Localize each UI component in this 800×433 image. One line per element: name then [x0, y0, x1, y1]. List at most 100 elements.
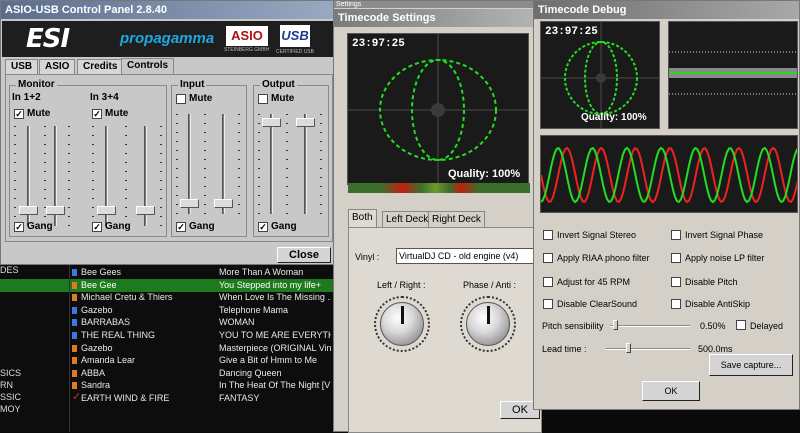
audio-file-icon: [72, 281, 77, 289]
monitor-in12-gang-checkbox[interactable]: ✓: [14, 222, 24, 232]
song-artist: Bee Gee: [81, 279, 117, 290]
monitor-slider-3-thumb[interactable]: [97, 206, 116, 215]
tab-credits[interactable]: Credits: [77, 59, 124, 74]
audio-file-icon: [72, 369, 77, 377]
output-slider-1-thumb[interactable]: [262, 118, 281, 127]
in12-label: In 1+2: [12, 92, 41, 103]
song-row[interactable]: Gazebo Masterpiece (ORIGINAL Vin...: [0, 342, 340, 355]
esi-logo: ESI: [26, 24, 70, 54]
asio-logo: ASIO: [226, 26, 268, 46]
adjust-45rpm-checkbox[interactable]: [543, 277, 553, 287]
monitor-in12-gang-label: Gang: [27, 221, 53, 232]
invert-signal-phase-checkbox[interactable]: [671, 230, 681, 240]
riaa-filter-checkbox[interactable]: [543, 253, 553, 263]
song-row[interactable]: ABBA Dancing Queen: [0, 367, 340, 380]
monitor-in12-mute-checkbox[interactable]: ✓: [14, 109, 24, 119]
song-row[interactable]: Gazebo Telephone Mama: [0, 304, 340, 317]
delayed-checkbox[interactable]: [736, 320, 746, 330]
tab-asio[interactable]: ASIO: [39, 59, 76, 74]
audio-file-icon: [72, 306, 77, 314]
tab-right-deck[interactable]: Right Deck: [428, 211, 485, 227]
monitor-slider-4-thumb[interactable]: [136, 206, 155, 215]
song-row[interactable]: Bee Gees More Than A Woman: [0, 266, 340, 279]
left-right-knob[interactable]: [380, 302, 424, 346]
timecode-settings-title[interactable]: Timecode Settings: [334, 9, 540, 27]
input-gang-checkbox[interactable]: ✓: [176, 222, 186, 232]
invert-signal-stereo-checkbox[interactable]: [543, 230, 553, 240]
monitor-in34-mute-label: Mute: [105, 108, 129, 119]
audio-file-icon: [72, 382, 77, 390]
song-title: You Stepped into my life+: [219, 279, 321, 290]
esi-logo-bar: ESI propagamma ASIO STEINBERG GMBH USB C…: [2, 21, 335, 57]
tab-usb[interactable]: USB: [5, 59, 39, 74]
song-row[interactable]: BARRABAS WOMAN: [0, 316, 340, 329]
song-row[interactable]: Bee Gee You Stepped into my life+: [0, 278, 340, 292]
input-mute-checkbox[interactable]: [176, 94, 186, 104]
scope-center: [431, 103, 445, 117]
output-mute-checkbox[interactable]: [258, 94, 268, 104]
scope-display: [348, 34, 528, 184]
input-slider-2-thumb[interactable]: [214, 199, 233, 208]
song-row[interactable]: Amanda Lear Give a Bit of Hmm to Me: [0, 354, 340, 367]
slider-ticks: [44, 126, 46, 226]
waveform-view: [540, 135, 798, 213]
tab-controls[interactable]: Controls: [121, 58, 175, 75]
song-row[interactable]: Sandra In The Heat Of The Night [VI...: [0, 379, 340, 392]
output-gang-label: Gang: [271, 221, 297, 232]
timecode-debug-title[interactable]: Timecode Debug: [534, 1, 799, 19]
monitor-in12-mute-label: Mute: [27, 108, 51, 119]
disable-antiskip-checkbox[interactable]: [671, 299, 681, 309]
monitor-slider-2-thumb[interactable]: [46, 206, 65, 215]
debug-ok-button[interactable]: OK: [642, 381, 700, 401]
slider-ticks: [125, 126, 127, 226]
pitch-sensibility-thumb[interactable]: [613, 320, 618, 330]
lead-time-label: Lead time :: [542, 344, 587, 354]
disable-pitch-checkbox[interactable]: [671, 277, 681, 287]
song-title: FANTASY: [219, 393, 260, 403]
song-title: YOU TO ME ARE EVERYTHI...: [219, 330, 331, 340]
tab-left-deck[interactable]: Left Deck: [382, 211, 433, 227]
disable-clearsound-checkbox[interactable]: [543, 299, 553, 309]
song-list: DES SICS RN SSIC MOY Bee Gees More Than A Woma…: [0, 262, 340, 432]
slider-ticks: [14, 126, 16, 226]
monitor-in34-gang-checkbox[interactable]: ✓: [92, 222, 102, 232]
output-slider-1-track[interactable]: [270, 114, 273, 214]
side-category-label[interactable]: MOY: [0, 404, 21, 414]
timecode-settings-window: Settings Timecode Settings 23:97:25 Qual…: [333, 0, 542, 433]
monitor-in34-mute-checkbox[interactable]: ✓: [92, 109, 102, 119]
song-artist: ABBA: [81, 367, 106, 378]
debug-scope: 23:97:25 Quality: 100%: [540, 21, 660, 129]
input-label: Input: [178, 79, 207, 90]
save-capture-button[interactable]: Save capture...: [709, 354, 793, 376]
monitor-label: Monitor: [16, 79, 57, 90]
esi-window-title[interactable]: ASIO-USB Control Panel 2.8.40: [1, 1, 335, 19]
scope-center: [596, 73, 606, 83]
song-row[interactable]: THE REAL THING YOU TO ME ARE EVERYTHI...: [0, 329, 340, 342]
vinyl-select[interactable]: VirtualDJ CD - old engine (v4): [396, 248, 542, 264]
song-title: Telephone Mama: [219, 304, 289, 315]
input-slider-1-thumb[interactable]: [180, 199, 199, 208]
song-title: Dancing Queen: [219, 367, 282, 378]
disable-antiskip-label: Disable AntiSkip: [685, 299, 751, 309]
song-artist: EARTH WIND & FIRE: [81, 393, 170, 403]
song-row[interactable]: ✓ EARTH WIND & FIRE FANTASY: [0, 391, 340, 405]
lead-time-track[interactable]: [606, 348, 690, 350]
output-gang-checkbox[interactable]: ✓: [258, 222, 268, 232]
noise-lp-filter-checkbox[interactable]: [671, 253, 681, 263]
debug-quality: Quality: 100%: [581, 112, 647, 123]
output-slider-2-track[interactable]: [304, 114, 307, 214]
phase-anti-knob[interactable]: [466, 302, 510, 346]
monitor-slider-1-thumb[interactable]: [19, 206, 38, 215]
pitch-sensibility-track[interactable]: [610, 325, 690, 327]
song-title: More Than A Woman: [219, 267, 304, 277]
tab-both[interactable]: Both: [348, 209, 377, 228]
timecode-time: 23:97:25: [352, 38, 405, 50]
adjust-45rpm-label: Adjust for 45 RPM: [557, 277, 631, 287]
in34-label: In 3+4: [90, 92, 119, 103]
knob-pointer: [401, 306, 404, 324]
close-button[interactable]: Close: [277, 247, 331, 263]
output-slider-2-thumb[interactable]: [296, 118, 315, 127]
lead-time-thumb[interactable]: [626, 343, 631, 353]
song-row[interactable]: Michael Cretu & Thiers When Love Is The M…: [0, 291, 340, 304]
settings-window-title: Settings: [334, 1, 542, 8]
